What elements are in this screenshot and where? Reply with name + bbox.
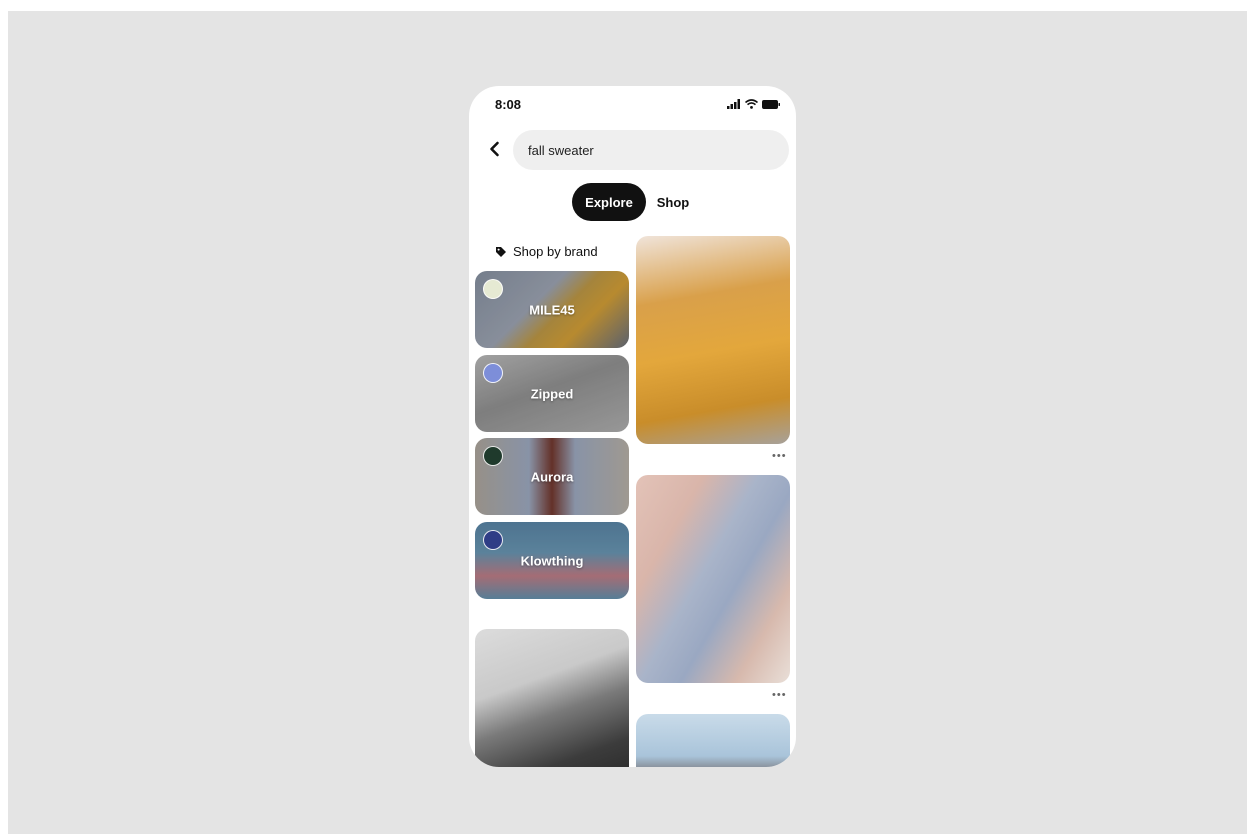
pin-image-knit-sweater[interactable]: [475, 629, 629, 767]
brand-card-mile45[interactable]: MILE45: [475, 271, 629, 348]
brand-card-aurora[interactable]: Aurora: [475, 438, 629, 515]
wifi-icon: [745, 99, 758, 109]
back-button[interactable]: [485, 139, 505, 159]
brand-name: Klowthing: [520, 553, 584, 568]
brand-card-zipped[interactable]: Zipped: [475, 355, 629, 432]
battery-icon: [762, 99, 780, 109]
brand-logo: [483, 530, 503, 550]
pin-more-button[interactable]: •••: [772, 689, 787, 701]
cellular-signal-icon: [727, 99, 740, 109]
shop-by-brand-label: Shop by brand: [513, 244, 598, 259]
brand-name: Aurora: [530, 469, 574, 484]
tag-icon: [496, 246, 506, 257]
brand-name: Zipped: [530, 386, 574, 401]
brand-logo: [483, 446, 503, 466]
tab-bar: Explore Shop: [469, 183, 796, 221]
shop-by-brand-header: Shop by brand: [495, 244, 598, 259]
pin-image-yellow-sweater[interactable]: [636, 236, 790, 444]
brand-logo: [483, 363, 503, 383]
chevron-left-icon: [490, 141, 499, 157]
phone-frame: 8:08 fall sweater Explore Shop Shop by b…: [469, 86, 796, 767]
search-row: fall sweater: [469, 130, 796, 170]
status-icons: [727, 99, 780, 109]
status-bar: 8:08: [469, 86, 796, 126]
search-input[interactable]: fall sweater: [513, 130, 789, 170]
pin-image-turtleneck-coat[interactable]: [636, 475, 790, 683]
brand-logo: [483, 279, 503, 299]
brand-card-klowthing[interactable]: Klowthing: [475, 522, 629, 599]
status-time: 8:08: [495, 97, 522, 112]
brand-name: MILE45: [529, 302, 575, 317]
search-query: fall sweater: [528, 142, 594, 158]
tab-explore[interactable]: Explore: [572, 183, 646, 221]
tab-shop[interactable]: Shop: [650, 183, 696, 221]
pin-image-outdoor-portrait[interactable]: [636, 714, 790, 767]
pin-more-button[interactable]: •••: [772, 450, 787, 462]
